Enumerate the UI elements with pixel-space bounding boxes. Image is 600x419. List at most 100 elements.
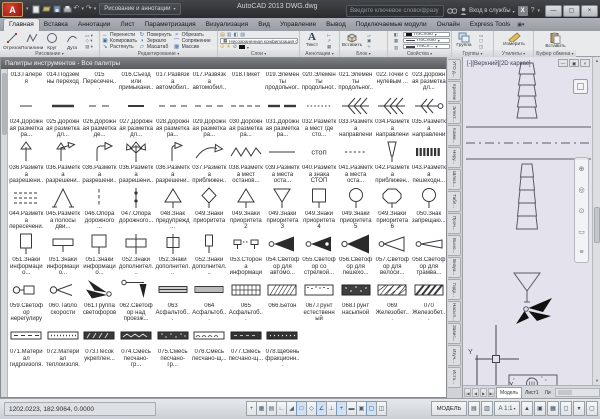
palette-tab-11[interactable]: Гидр... xyxy=(448,279,461,300)
palette-item[interactable]: 045.Разметка полосы дви... xyxy=(45,185,82,231)
palette-tab-12[interactable]: Насып... xyxy=(448,301,461,322)
palette-tab-7[interactable]: Табл... xyxy=(448,191,461,212)
palette-item[interactable]: 050.Знак запрещаю... xyxy=(411,185,446,231)
autoscale-icon[interactable]: ▣ xyxy=(534,401,546,416)
tab-11[interactable]: Онлайн xyxy=(432,19,465,31)
layout-tab-Ли[interactable]: Ли xyxy=(542,388,554,398)
panel-block-footer[interactable]: Блок ▾ xyxy=(340,50,387,57)
palette-item[interactable]: 013.Галерея xyxy=(8,72,45,93)
quick-view-layouts-icon[interactable]: ▤ xyxy=(468,401,480,416)
horizontal-scrollbar[interactable] xyxy=(555,388,600,397)
annotation-visibility-icon[interactable]: ▲ xyxy=(521,401,533,416)
palette-item[interactable]: 049.Знаки приоритета 3 xyxy=(264,185,301,231)
workspace-switch-icon[interactable]: ▦ xyxy=(547,401,559,416)
first-layout-icon[interactable]: |◀ xyxy=(464,388,471,397)
tab-4[interactable]: Лист xyxy=(115,19,139,31)
help-caret-icon[interactable]: ▾ xyxy=(537,8,540,14)
palette-item[interactable]: 020.Элементы продольног... xyxy=(301,72,338,93)
annotation-scale-button[interactable]: А 1:1 ▾ xyxy=(494,401,520,416)
palette-item[interactable]: 058.Светофор для трамва... xyxy=(411,231,446,277)
next-layout-icon[interactable]: ▶ xyxy=(480,388,487,397)
palette-item[interactable]: 018.Пикет xyxy=(228,72,265,93)
palette-item[interactable]: 031.Дорожная разметка ра... xyxy=(264,93,301,139)
search-input[interactable]: Введите ключевое слово/фразу xyxy=(346,5,444,17)
toolbar-lock-icon[interactable]: ◻ xyxy=(560,401,572,416)
palette-item[interactable]: 041.Разметка места оста... xyxy=(337,139,374,185)
palette-item[interactable]: 056.Светофор для пешехо... xyxy=(337,231,374,277)
palette-item[interactable]: 024.Дорожная разметка ра... xyxy=(8,93,45,139)
panel-annotate-footer[interactable]: Аннотации ▾ xyxy=(300,50,339,57)
new-file-icon[interactable] xyxy=(32,5,40,14)
autocad-menu-button[interactable]: A xyxy=(2,2,23,17)
palette-item[interactable]: 077.Смесь песчано-щ... xyxy=(228,323,265,369)
palette-item[interactable]: 049.Знаки приоритета 2 xyxy=(228,185,265,231)
hatch-icon[interactable]: ▨ ▾ xyxy=(83,44,95,49)
palette-item[interactable]: 036.Разметка разрешени... xyxy=(154,139,191,185)
last-layout-icon[interactable]: ▶| xyxy=(488,388,495,397)
tab-2[interactable]: Вставка xyxy=(39,19,73,31)
scroll-up-icon[interactable]: ▲ xyxy=(593,57,600,65)
palette-item[interactable]: 027.Дорожная разметка дл... xyxy=(118,93,155,139)
palette-item[interactable]: 049.Знаки приоритета 5 xyxy=(337,185,374,231)
palette-item[interactable]: 074.Смесь песчано-гр... xyxy=(118,323,155,369)
palette-item[interactable]: 030.Дорожная разметка ра... xyxy=(228,93,265,139)
palette-item[interactable]: 029.Дорожная разметка ра... xyxy=(191,93,228,139)
save-icon[interactable] xyxy=(53,5,61,13)
showmotion-icon[interactable]: ≡ xyxy=(579,249,583,256)
palette-item[interactable]: 017.Развязка автомобил... xyxy=(154,72,191,93)
palette-item[interactable]: 062.Светофор над проезж... xyxy=(118,277,155,323)
button-Круг[interactable]: Круг xyxy=(42,32,62,50)
palette-item[interactable]: 066.Бетон xyxy=(264,277,301,323)
button-Дуга[interactable]: Дуга xyxy=(62,32,82,50)
toggle-selection-cycling[interactable]: ◫ xyxy=(376,401,387,416)
palette-tab-9[interactable]: Выно... xyxy=(448,235,461,256)
palette-item[interactable]: 014.Подземны переход xyxy=(45,72,82,93)
palette-item[interactable]: 051.Знаки информацио... xyxy=(45,231,82,277)
table-icon[interactable]: ▦ xyxy=(323,44,335,49)
palette-tab-1[interactable]: УГО д... xyxy=(448,59,461,80)
vertical-scrollbar[interactable]: ▲ ▼ xyxy=(592,57,600,385)
tab-10[interactable]: Подключаемые модули xyxy=(351,19,432,31)
full-navigation-wheel-icon[interactable]: ⊕ xyxy=(579,165,585,173)
layout-tab-Модель[interactable]: Модель xyxy=(496,387,522,398)
measure-button[interactable]: Измерить xyxy=(504,32,524,50)
palette-item[interactable]: 019.Элементы продольног... xyxy=(264,72,301,93)
palette-item[interactable]: 059.Светофор нерегулируе... xyxy=(8,277,45,323)
palette-tab-2[interactable]: Крепеж xyxy=(448,81,461,102)
palette-item[interactable]: 016.Съезд или примыкани... xyxy=(118,72,155,93)
palette-item[interactable]: 017.Развязка автомобил... xyxy=(191,72,228,93)
palette-item[interactable]: 023.Дорожная разметка дл... xyxy=(411,72,446,93)
palette-item[interactable]: 052.Знаки дополнител... xyxy=(154,231,191,277)
palette-tab-13[interactable]: Завис... xyxy=(448,323,461,344)
palette-item[interactable]: 022.Точки с нулевым ... xyxy=(374,72,411,93)
palette-item[interactable]: 060.Табло скорости xyxy=(45,277,82,323)
tab-overflow-icon[interactable]: ▣▾ xyxy=(517,19,524,31)
palette-scrollbar[interactable] xyxy=(1,69,8,397)
panel-draw-footer[interactable]: Рисование ▾ xyxy=(0,50,99,57)
tab-5[interactable]: Параметризация xyxy=(140,19,201,31)
palette-scrollbar-thumb[interactable] xyxy=(2,73,7,135)
palette-item[interactable]: 039.Разметка места оста... xyxy=(264,139,301,185)
palette-title-bar[interactable]: Палитры инструментов - Все палитры xyxy=(1,58,446,69)
panel-clipboard-footer[interactable]: Буфер обмена ▾ xyxy=(534,50,576,57)
palette-item[interactable]: 025.Дорожная разметка дл... xyxy=(45,93,82,139)
lineweight-dropdown[interactable]: ПоСл... ▾ xyxy=(403,44,450,49)
palette-item[interactable]: 078.Щебень фракционн... xyxy=(264,323,301,369)
palette-item[interactable]: 067.Грунт естественный xyxy=(301,277,338,323)
palette-item[interactable]: 046.Опора дорожного ... xyxy=(81,185,118,231)
drawing-area[interactable]: Y X Щ [-][Верхний][2D каркас] — ▣ × ⊕ ◎ … xyxy=(462,57,600,398)
viewport-controls[interactable]: [-][Верхний][2D каркас] xyxy=(467,61,531,67)
tab-1[interactable]: Главная xyxy=(4,19,39,31)
palette-item[interactable]: 015 Пересечен... xyxy=(81,72,118,93)
palette-item[interactable]: 057.Светофор для велоси... xyxy=(374,231,411,277)
block-attributes-icon[interactable]: ＋ xyxy=(363,44,375,49)
palette-item[interactable]: 044.Разметка пересечени... xyxy=(8,185,45,231)
undo-caret-icon[interactable]: ▾ xyxy=(81,6,84,12)
open-file-icon[interactable] xyxy=(42,5,51,13)
palette-item[interactable]: 049.Знаки приоритета xyxy=(191,185,228,231)
palette-item[interactable]: 064 Асфальтоб... xyxy=(191,277,228,323)
palette-tab-6[interactable]: Шлюз... xyxy=(448,169,461,190)
help-icon[interactable]: ? xyxy=(531,5,535,17)
exchange-apps-icon[interactable]: X xyxy=(518,6,528,16)
insert-block-button[interactable]: Вставить xyxy=(342,32,362,50)
